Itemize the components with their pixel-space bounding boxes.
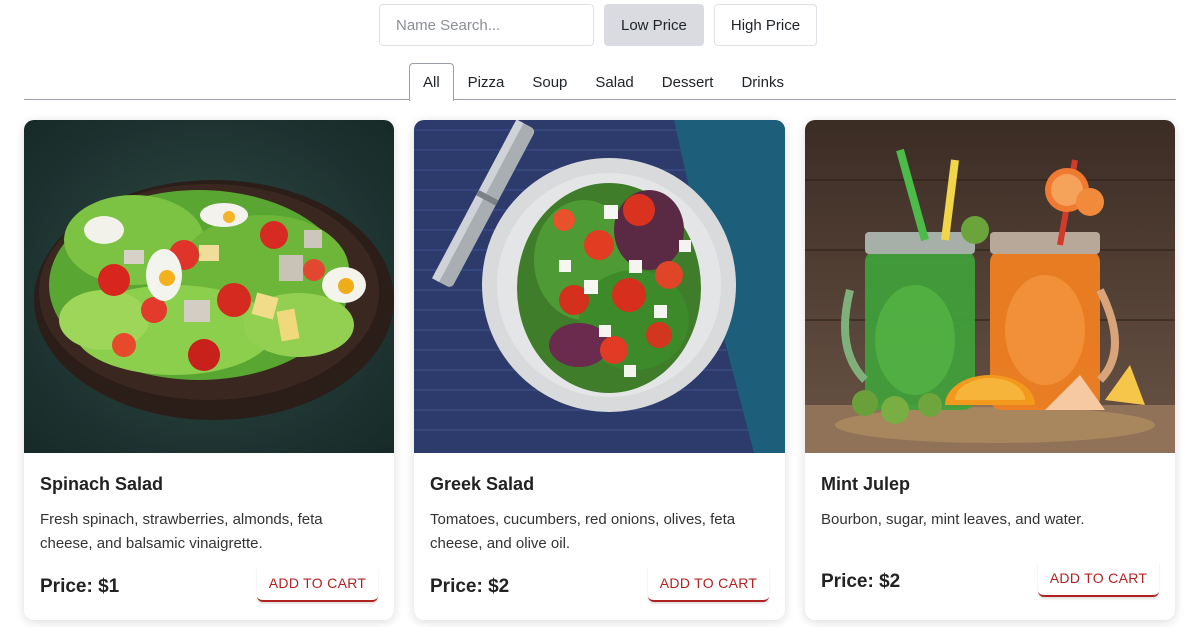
card-price: Price: $2 [430, 576, 509, 598]
salad-plate-photo [24, 120, 394, 453]
tab-all[interactable]: All [409, 63, 454, 101]
high-price-button[interactable]: High Price [713, 4, 818, 46]
price-label: Price: [430, 576, 483, 597]
card-body: Mint Julep Bourbon, sugar, mint leaves, … [805, 453, 1175, 620]
tab-list: All Pizza Soup Salad Dessert Drinks [409, 63, 798, 101]
card-body: Spinach Salad Fresh spinach, strawberrie… [24, 453, 394, 620]
product-card: Greek Salad Tomatoes, cucumbers, red oni… [414, 120, 785, 620]
category-tabs: All Pizza Soup Salad Dessert Drinks [24, 63, 1176, 101]
card-description: Fresh spinach, strawberries, almonds, fe… [40, 511, 323, 552]
tab-salad[interactable]: Salad [581, 63, 647, 100]
card-price: Price: $2 [821, 571, 900, 593]
tab-drinks[interactable]: Drinks [727, 63, 798, 100]
tab-pizza[interactable]: Pizza [454, 63, 519, 100]
name-search-input[interactable] [379, 4, 594, 46]
tab-soup[interactable]: Soup [518, 63, 581, 100]
card-body: Greek Salad Tomatoes, cucumbers, red oni… [414, 453, 785, 620]
add-to-cart-button[interactable]: ADD TO CART [1038, 561, 1159, 597]
product-card: Spinach Salad Fresh spinach, strawberrie… [24, 120, 394, 620]
price-value: $2 [879, 571, 901, 592]
add-to-cart-button[interactable]: ADD TO CART [257, 566, 378, 602]
search-bar: Low Price High Price [379, 4, 818, 46]
greek-salad-photo [414, 120, 785, 453]
price-value: $1 [98, 576, 120, 597]
card-description: Tomatoes, cucumbers, red onions, olives,… [430, 511, 736, 552]
card-title: Mint Julep [821, 474, 910, 494]
drinks-jars-photo [805, 120, 1175, 453]
price-value: $2 [488, 576, 510, 597]
add-to-cart-button[interactable]: ADD TO CART [648, 566, 769, 602]
product-card: Mint Julep Bourbon, sugar, mint leaves, … [805, 120, 1175, 620]
card-description: Bourbon, sugar, mint leaves, and water. [821, 511, 1085, 528]
card-title: Greek Salad [430, 474, 535, 494]
card-price: Price: $1 [40, 576, 119, 598]
low-price-button[interactable]: Low Price [604, 4, 704, 46]
card-title: Spinach Salad [40, 474, 164, 494]
price-label: Price: [40, 576, 93, 597]
tab-dessert[interactable]: Dessert [648, 63, 728, 100]
price-label: Price: [821, 571, 874, 592]
